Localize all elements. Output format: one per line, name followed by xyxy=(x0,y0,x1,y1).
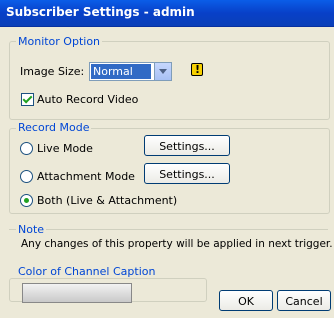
title-bar[interactable]: Subscriber Settings - admin xyxy=(0,0,334,27)
chevron-down-icon[interactable] xyxy=(154,63,171,80)
attachment-mode-radio[interactable] xyxy=(20,170,33,183)
record-mode-legend: Record Mode xyxy=(16,121,92,134)
caption-color-legend: Color of Channel Caption xyxy=(16,265,158,278)
image-size-label: Image Size: xyxy=(20,65,85,78)
attachment-settings-button[interactable]: Settings... xyxy=(144,163,230,184)
attachment-mode-label[interactable]: Attachment Mode xyxy=(37,170,135,183)
caption-color-swatch-button[interactable] xyxy=(22,283,132,303)
live-mode-label[interactable]: Live Mode xyxy=(37,142,93,155)
ok-button[interactable]: OK xyxy=(219,290,273,311)
cancel-button[interactable]: Cancel xyxy=(277,290,331,311)
both-mode-radio[interactable] xyxy=(20,194,33,207)
live-mode-radio[interactable] xyxy=(20,142,33,155)
note-legend: Note xyxy=(16,223,47,236)
monitor-option-legend: Monitor Option xyxy=(16,35,103,48)
warning-icon[interactable] xyxy=(191,63,203,76)
auto-record-label[interactable]: Auto Record Video xyxy=(37,93,138,106)
auto-record-checkbox[interactable] xyxy=(21,93,34,106)
live-settings-button[interactable]: Settings... xyxy=(144,135,230,156)
note-text: Any changes of this property will be app… xyxy=(21,238,333,250)
window-title: Subscriber Settings - admin xyxy=(6,5,195,19)
subscriber-settings-dialog: Subscriber Settings - admin Monitor Opti… xyxy=(0,0,334,318)
image-size-select[interactable]: Normal xyxy=(89,62,172,81)
image-size-value: Normal xyxy=(91,64,151,79)
both-mode-label[interactable]: Both (Live & Attachment) xyxy=(37,194,177,207)
